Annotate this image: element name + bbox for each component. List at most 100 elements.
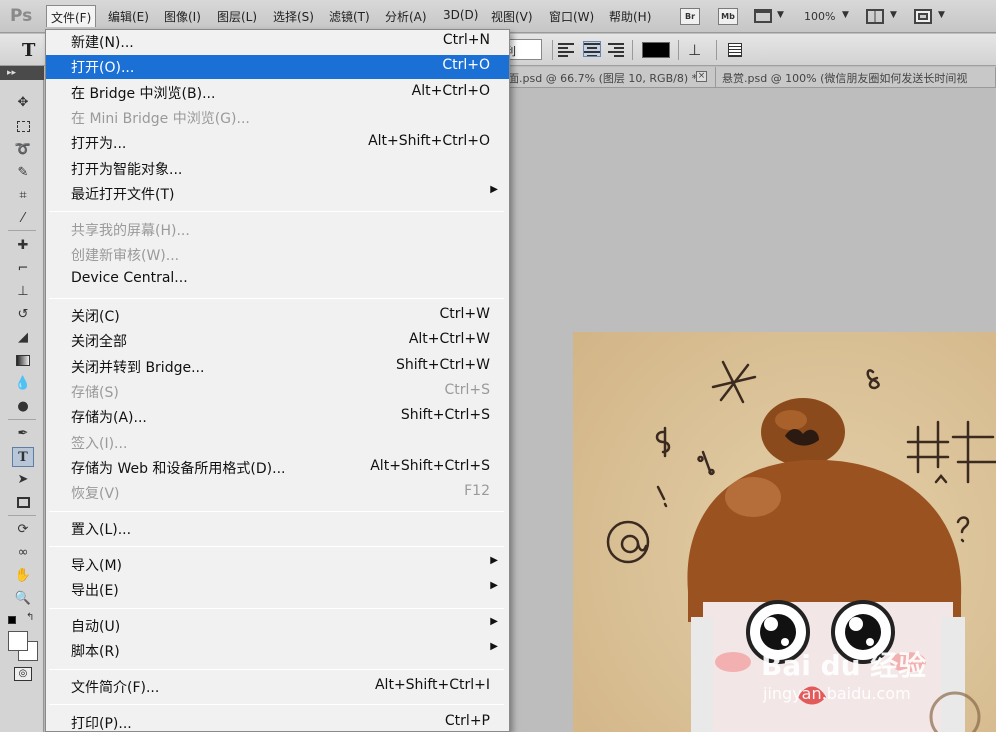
chevron-down-icon[interactable]: ▼ bbox=[890, 10, 897, 20]
text-color-swatch[interactable] bbox=[642, 42, 670, 58]
hand-tool-icon[interactable]: ✋ bbox=[12, 566, 34, 586]
menu-separator bbox=[49, 704, 504, 706]
divider bbox=[552, 40, 553, 60]
photoshop-logo: Ps bbox=[10, 6, 33, 26]
menu-item[interactable]: 导入(M) ▶ bbox=[46, 553, 509, 577]
gradient-tool-icon[interactable] bbox=[12, 351, 34, 371]
menu-item-label: 置入(L)... bbox=[71, 521, 132, 538]
menu-item[interactable]: 自动(U) ▶ bbox=[46, 614, 509, 638]
3d-rotate-tool-icon[interactable]: ⟳ bbox=[12, 520, 34, 540]
eraser-tool-icon[interactable]: ◢ bbox=[12, 328, 34, 348]
zoom-tool-icon[interactable]: 🔍 bbox=[12, 589, 34, 609]
watermark-logo: Bai du 经验 bbox=[761, 649, 927, 682]
menu-view[interactable]: 视图(V) bbox=[491, 8, 533, 25]
screen-mode-icon[interactable] bbox=[914, 9, 932, 24]
quick-mask-icon[interactable]: ◎ bbox=[14, 667, 32, 681]
menu-item[interactable]: 打开(O)... Ctrl+O bbox=[46, 55, 509, 80]
menu-item: 存储(S) Ctrl+S bbox=[46, 380, 509, 404]
eyedropper-tool-icon[interactable]: ⁄ bbox=[12, 209, 34, 229]
rectangle-tool-icon[interactable] bbox=[12, 493, 34, 513]
menu-image[interactable]: 图像(I) bbox=[164, 8, 201, 25]
menu-item[interactable]: 打印(P)... Ctrl+P bbox=[46, 711, 509, 731]
lasso-tool-icon[interactable]: ➰ bbox=[12, 140, 34, 160]
menu-item[interactable]: 存储为 Web 和设备所用格式(D)... Alt+Shift+Ctrl+S bbox=[46, 456, 509, 480]
bridge-button[interactable]: Br bbox=[680, 8, 700, 25]
default-colors-icon[interactable] bbox=[8, 616, 16, 624]
align-right-icon[interactable] bbox=[608, 42, 624, 57]
divider bbox=[632, 40, 633, 60]
menu-help[interactable]: 帮助(H) bbox=[609, 8, 651, 25]
warp-text-icon[interactable]: ⊥ bbox=[688, 41, 701, 59]
brush-tool-icon[interactable]: ⌐ bbox=[12, 259, 34, 279]
menu-item[interactable]: 存储为(A)... Shift+Ctrl+S bbox=[46, 405, 509, 429]
menu-item-shortcut: Shift+Ctrl+S bbox=[400, 407, 490, 424]
quick-selection-tool-icon[interactable]: ✎ bbox=[12, 163, 34, 183]
healing-brush-tool-icon[interactable]: ✚ bbox=[12, 236, 34, 256]
align-left-icon[interactable] bbox=[558, 42, 574, 57]
clone-stamp-tool-icon[interactable]: ⊥ bbox=[12, 282, 34, 302]
menu-item-label: 文件简介(F)... bbox=[71, 679, 160, 696]
view-extras-icon[interactable] bbox=[754, 9, 772, 23]
tab-document-1[interactable]: 面.psd @ 66.7% (图层 10, RGB/8) * bbox=[504, 67, 716, 88]
menu-analysis[interactable]: 分析(A) bbox=[385, 8, 427, 25]
move-tool-icon[interactable]: ✥ bbox=[12, 93, 34, 113]
menu-separator bbox=[49, 546, 504, 548]
menu-item[interactable]: 置入(L)... bbox=[46, 517, 509, 541]
path-selection-tool-icon[interactable]: ➤ bbox=[12, 470, 34, 490]
menu-item-label: 存储为(A)... bbox=[71, 410, 147, 427]
menu-item[interactable]: 打开为... Alt+Shift+Ctrl+O bbox=[46, 131, 509, 155]
menu-window[interactable]: 窗口(W) bbox=[549, 8, 594, 25]
document-canvas[interactable]: Bai du 经验 jingyan.baidu.com bbox=[573, 332, 996, 732]
menu-item[interactable]: 导出(E) ▶ bbox=[46, 578, 509, 602]
menu-item[interactable]: 文件简介(F)... Alt+Shift+Ctrl+I bbox=[46, 675, 509, 699]
foreground-color-swatch[interactable] bbox=[8, 631, 28, 651]
tools-panel-header[interactable]: ▸▸ bbox=[0, 66, 44, 80]
swap-colors-icon[interactable]: ↰ bbox=[26, 612, 34, 623]
tab-document-2[interactable]: 悬赏.psd @ 100% (微信朋友圈如何发送长时间视 bbox=[718, 67, 996, 88]
menu-layer[interactable]: 图层(L) bbox=[217, 8, 257, 25]
menu-separator bbox=[49, 211, 504, 213]
menu-item[interactable]: 关闭并转到 Bridge... Shift+Ctrl+W bbox=[46, 355, 509, 379]
arrange-documents-icon[interactable] bbox=[866, 9, 884, 24]
menu-select[interactable]: 选择(S) bbox=[273, 8, 314, 25]
menu-item: 恢复(V) F12 bbox=[46, 481, 509, 505]
type-tool-icon[interactable]: T bbox=[22, 40, 35, 61]
menu-item: 在 Mini Bridge 中浏览(G)... bbox=[46, 106, 509, 130]
submenu-arrow-icon: ▶ bbox=[490, 554, 498, 566]
divider bbox=[8, 419, 36, 420]
menu-item[interactable]: 脚本(R) ▶ bbox=[46, 639, 509, 663]
chevron-down-icon[interactable]: ▼ bbox=[777, 10, 784, 20]
menu-item[interactable]: 关闭(C) Ctrl+W bbox=[46, 304, 509, 328]
dodge-tool-icon[interactable]: ● bbox=[12, 397, 34, 417]
menu-item[interactable]: 新建(N)... Ctrl+N bbox=[46, 30, 509, 54]
menu-item[interactable]: 打开为智能对象... bbox=[46, 157, 509, 181]
menu-item[interactable]: 关闭全部 Alt+Ctrl+W bbox=[46, 329, 509, 353]
menu-item-label: 脚本(R) bbox=[71, 644, 120, 661]
menu-edit[interactable]: 编辑(E) bbox=[108, 8, 149, 25]
submenu-arrow-icon: ▶ bbox=[490, 615, 498, 627]
menu-item-label: 打开为... bbox=[71, 136, 127, 153]
chevron-down-icon[interactable]: ▼ bbox=[938, 10, 945, 20]
3d-orbit-tool-icon[interactable]: ∞ bbox=[12, 543, 34, 563]
mini-bridge-button[interactable]: Mb bbox=[718, 8, 738, 25]
pen-tool-icon[interactable]: ✒ bbox=[12, 424, 34, 444]
menu-3d[interactable]: 3D(D) bbox=[443, 8, 478, 22]
marquee-tool-icon[interactable] bbox=[12, 117, 34, 137]
menu-filter[interactable]: 滤镜(T) bbox=[329, 8, 370, 25]
character-panel-icon[interactable] bbox=[728, 43, 742, 57]
chevron-down-icon[interactable]: ▼ bbox=[842, 10, 849, 20]
history-brush-tool-icon[interactable]: ↺ bbox=[12, 305, 34, 325]
menu-item[interactable]: 最近打开文件(T) ▶ bbox=[46, 182, 509, 206]
menu-item-shortcut: Ctrl+S bbox=[444, 381, 490, 398]
menu-item[interactable]: Device Central... bbox=[46, 268, 509, 292]
type-tool-icon[interactable]: T bbox=[12, 447, 34, 467]
menu-item[interactable]: 在 Bridge 中浏览(B)... Alt+Ctrl+O bbox=[46, 81, 509, 105]
blur-tool-icon[interactable]: 💧 bbox=[12, 374, 34, 394]
zoom-level[interactable]: 100% bbox=[804, 10, 835, 23]
menu-file[interactable]: 文件(F) bbox=[46, 5, 97, 27]
menu-item-label: 在 Bridge 中浏览(B)... bbox=[71, 85, 216, 102]
menu-item-label: 打开为智能对象... bbox=[71, 161, 183, 178]
align-center-icon[interactable] bbox=[583, 41, 601, 57]
crop-tool-icon[interactable]: ⌗ bbox=[12, 186, 34, 206]
close-icon[interactable]: × bbox=[696, 71, 707, 82]
